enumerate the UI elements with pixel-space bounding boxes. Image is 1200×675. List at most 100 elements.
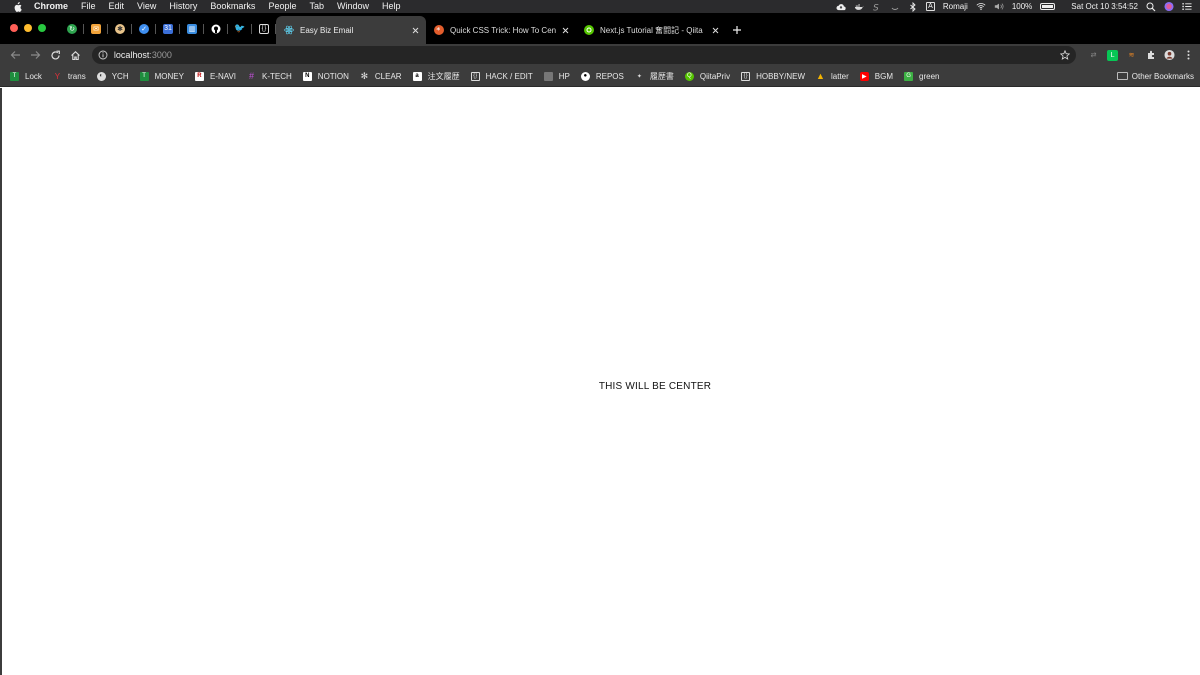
bookmark-label: K-TECH xyxy=(262,71,292,81)
minimize-window-button[interactable] xyxy=(24,24,32,32)
pinned-tab-5[interactable]: 31 xyxy=(156,13,180,44)
menu-view[interactable]: View xyxy=(137,0,156,13)
gear-icon: ✻ xyxy=(360,70,369,81)
tab-easy-biz-email[interactable]: Easy Biz Email xyxy=(276,16,426,44)
bookmark-e-navi[interactable]: R E-NAVI xyxy=(194,71,236,81)
bookmark-ych[interactable]: ◐ YCH xyxy=(96,71,129,81)
bookmark-label: YCH xyxy=(111,71,129,81)
bookmark-money[interactable]: T MONEY xyxy=(139,71,184,81)
apple-logo-icon[interactable] xyxy=(12,1,23,12)
reload-button[interactable] xyxy=(46,45,66,65)
pinned-tab-9[interactable]: {} xyxy=(252,13,276,44)
close-tab-icon[interactable] xyxy=(560,25,570,35)
rakuten-r-icon: R xyxy=(194,71,204,81)
centered-text: THIS WILL BE CENTER xyxy=(598,381,712,392)
bookmark-label: 注文履歴 xyxy=(427,71,460,81)
battery-icon[interactable] xyxy=(1040,3,1056,10)
home-button[interactable] xyxy=(66,45,86,65)
address-bar[interactable]: localhost:3000 xyxy=(91,46,1077,64)
bookmark-label: HACK / EDIT xyxy=(485,71,533,81)
basketball-icon: ✱ xyxy=(115,23,125,34)
other-bookmarks-folder[interactable]: Other Bookmarks xyxy=(1116,72,1194,81)
tab-nextjs-tutorial[interactable]: Next.js Tutorial 奮闘記 - Qiita xyxy=(576,16,726,44)
input-source-label[interactable]: Romaji xyxy=(943,2,968,11)
battery-percent: 100% xyxy=(1011,2,1033,11)
wifi-icon[interactable] xyxy=(976,2,986,12)
extension-orange-icon[interactable]: ≋ xyxy=(1126,50,1137,61)
pinned-tab-1[interactable]: ↻ xyxy=(60,13,84,44)
more-menu-icon[interactable] xyxy=(1183,50,1194,61)
svg-text:S: S xyxy=(873,3,879,12)
menu-file[interactable]: File xyxy=(81,0,96,13)
skype-s-icon[interactable]: S xyxy=(872,2,882,12)
menubar-clock[interactable]: Sat Oct 10 3:54:52 xyxy=(1071,2,1138,11)
extension-line-icon[interactable]: L xyxy=(1107,49,1119,61)
bookmark-hp[interactable]: HP xyxy=(543,71,570,81)
menu-history[interactable]: History xyxy=(169,0,197,13)
menu-app-chrome[interactable]: Chrome xyxy=(34,0,68,13)
bookmark-label: green xyxy=(919,71,940,81)
bookmark-resume[interactable]: ✦ 履歴書 xyxy=(635,71,674,82)
bookmark-label: BGM xyxy=(874,71,894,81)
close-window-button[interactable] xyxy=(10,24,18,32)
bookmark-trans[interactable]: Ytrans xyxy=(53,72,86,81)
close-tab-icon[interactable] xyxy=(710,25,720,35)
bookmark-notion[interactable]: N NOTION xyxy=(302,71,349,81)
menu-help[interactable]: Help xyxy=(382,0,401,13)
maximize-window-button[interactable] xyxy=(38,24,46,32)
menu-edit[interactable]: Edit xyxy=(109,0,125,13)
bookmark-clear[interactable]: ✻ CLEAR xyxy=(360,70,402,81)
extensions-area: ⇄ L ≋ xyxy=(1088,49,1194,61)
menu-people[interactable]: People xyxy=(268,0,296,13)
profile-avatar-icon[interactable] xyxy=(1164,49,1175,61)
bookmark-qiitapriv[interactable]: Q QiitaPriv xyxy=(684,71,730,81)
cloud-upload-icon[interactable] xyxy=(836,2,846,12)
pinned-tab-6[interactable]: ▥ xyxy=(180,13,204,44)
bookmark-hobby-new[interactable]: {} HOBBY/NEW xyxy=(741,71,805,81)
bookmark-hack-edit[interactable]: {} HACK / EDIT xyxy=(470,71,533,81)
bookmark-label: HOBBY/NEW xyxy=(756,71,805,81)
bookmark-latter[interactable]: ▲ latter xyxy=(816,71,849,81)
bookmark-bgm[interactable]: ▶ BGM xyxy=(859,71,894,81)
twitter-icon: 🐦 xyxy=(234,23,246,33)
docker-icon[interactable] xyxy=(854,2,864,12)
pinned-tab-3[interactable]: ✱ xyxy=(108,13,132,44)
close-tab-icon[interactable] xyxy=(410,25,420,35)
bookmark-repos[interactable]: ● REPOS xyxy=(580,71,624,81)
youtube-icon: ▶ xyxy=(859,71,869,81)
menu-window[interactable]: Window xyxy=(337,0,369,13)
volume-icon[interactable] xyxy=(994,2,1004,12)
green-g-icon: G xyxy=(904,71,914,81)
input-source-a-icon[interactable]: A xyxy=(925,2,935,11)
bookmark-star-icon[interactable] xyxy=(1060,50,1071,60)
notification-center-icon[interactable] xyxy=(1182,2,1192,12)
menu-bookmarks[interactable]: Bookmarks xyxy=(210,0,255,13)
github-icon: ● xyxy=(580,71,590,81)
svg-text:*: * xyxy=(436,26,440,35)
smile-icon[interactable] xyxy=(890,2,900,12)
qiita-icon: Q xyxy=(684,71,694,81)
tab-title: Easy Biz Email xyxy=(300,25,354,35)
extensions-puzzle-icon[interactable] xyxy=(1145,50,1156,61)
pinned-tab-2[interactable]: ✉ xyxy=(84,13,108,44)
menu-tab[interactable]: Tab xyxy=(309,0,324,13)
code-brackets-icon: {} xyxy=(470,71,480,81)
new-tab-button[interactable] xyxy=(726,16,748,44)
bookmark-k-tech[interactable]: # K-TECH xyxy=(247,71,292,81)
pinned-tab-7[interactable] xyxy=(204,13,228,44)
forward-button[interactable] xyxy=(26,45,46,65)
bookmark-order-history[interactable]: a 注文履歴 xyxy=(412,71,460,82)
bookmark-lock[interactable]: T Lock xyxy=(10,71,42,81)
pinned-tab-8[interactable]: 🐦 xyxy=(228,13,252,44)
spotlight-search-icon[interactable] xyxy=(1146,2,1156,12)
extension-translate-icon[interactable]: ⇄ xyxy=(1088,50,1099,61)
tab-quick-css-trick[interactable]: * Quick CSS Trick: How To Cente xyxy=(426,16,576,44)
siri-icon[interactable] xyxy=(1164,1,1174,12)
calendar-icon: 31 xyxy=(163,23,173,34)
react-icon xyxy=(284,25,294,35)
site-info-icon[interactable] xyxy=(98,50,108,60)
back-button[interactable] xyxy=(6,45,26,65)
bookmark-green[interactable]: Ggreen xyxy=(904,71,940,81)
bluetooth-icon[interactable] xyxy=(908,1,918,12)
pinned-tab-4[interactable]: ✓ xyxy=(132,13,156,44)
